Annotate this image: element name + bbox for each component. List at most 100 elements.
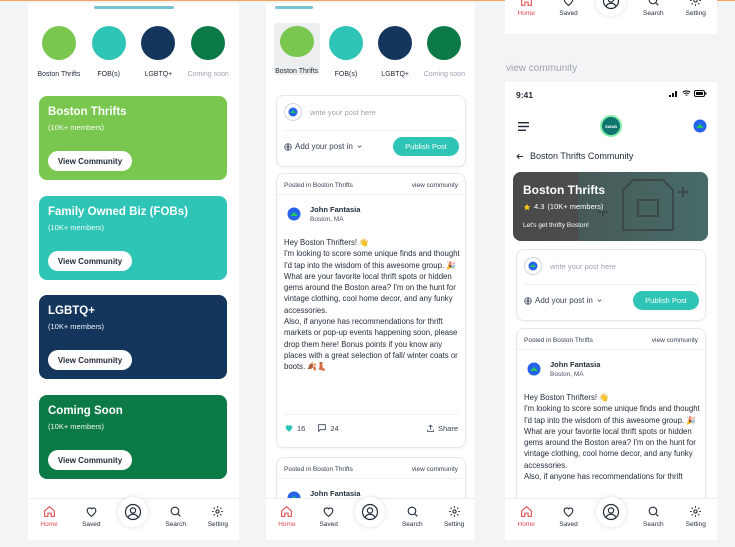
profile-avatar-icon[interactable] xyxy=(693,119,707,133)
category-dot xyxy=(279,26,314,57)
back-header[interactable]: Boston Thrifts Community xyxy=(515,151,633,161)
signal-icon xyxy=(669,91,677,97)
view-community-button[interactable]: View Community xyxy=(48,251,132,271)
nav-setting[interactable]: Setting xyxy=(437,505,471,528)
heart-icon xyxy=(563,507,574,518)
like-button[interactable]: 16 xyxy=(284,423,305,433)
post-input[interactable]: write your post here xyxy=(550,262,616,271)
user-circle-icon xyxy=(602,0,620,10)
profile-ring xyxy=(595,497,626,527)
nav-profile[interactable] xyxy=(116,497,150,527)
hero-tagline: Let's get thrifty Boston! xyxy=(523,222,589,229)
post-in-label: Add your post in xyxy=(535,296,593,305)
comment-count: 24 xyxy=(330,423,339,433)
post-in-dropdown[interactable]: Add your post in xyxy=(284,142,363,151)
user-circle-icon xyxy=(602,503,620,521)
nav-profile[interactable] xyxy=(594,497,628,527)
comment-button[interactable]: 24 xyxy=(317,423,339,433)
nav-saved[interactable]: Saved xyxy=(74,505,108,528)
nav-home[interactable]: Home xyxy=(270,505,304,528)
nav-profile[interactable] xyxy=(594,0,628,16)
community-members: (10K+ members) xyxy=(48,223,105,232)
category-label: Coming soon xyxy=(423,71,465,78)
nav-saved[interactable]: Saved xyxy=(552,0,586,17)
globe-icon xyxy=(524,296,532,305)
nav-search[interactable]: Search xyxy=(636,505,670,528)
nav-setting[interactable]: Setting xyxy=(201,505,235,528)
category-coming-soon[interactable]: Coming soon xyxy=(185,23,231,78)
divider xyxy=(284,414,458,415)
nav-setting[interactable]: Setting xyxy=(679,505,713,528)
post-in-dropdown[interactable]: Add your post in xyxy=(524,296,603,305)
posted-in: Posted in Boston Thrifts xyxy=(524,337,593,344)
community-feed-screen: Boston Thrifts FOB(s) LGBTQ+ Coming soon… xyxy=(266,3,475,540)
share-button[interactable]: Share xyxy=(426,424,458,433)
category-boston-thrifts[interactable]: Boston Thrifts xyxy=(36,23,82,78)
status-icons xyxy=(669,90,707,97)
chevron-down-icon xyxy=(357,145,362,148)
category-dot xyxy=(378,26,413,60)
heart-icon xyxy=(86,507,97,518)
nav-label: Saved xyxy=(559,10,578,17)
avatar xyxy=(284,103,302,121)
heart-filled-icon xyxy=(285,425,293,432)
community-title: Coming Soon xyxy=(48,405,123,417)
nav-label: Home xyxy=(40,521,58,528)
author-avatar xyxy=(287,207,301,221)
divider xyxy=(277,478,465,479)
post-composer: write your post here Add your post in Pu… xyxy=(276,95,466,167)
menu-icon[interactable] xyxy=(518,122,529,131)
post-input[interactable]: write your post here xyxy=(310,108,376,117)
post-body: Hey Boston Thrifters! 👋 I'm looking to s… xyxy=(284,238,460,372)
search-icon xyxy=(648,506,659,517)
category-dot xyxy=(41,26,76,60)
view-community-link[interactable]: view community xyxy=(412,182,458,189)
view-community-link[interactable]: view community xyxy=(412,466,458,473)
nav-label: Search xyxy=(643,521,664,528)
category-lgbtq[interactable]: LGBTQ+ xyxy=(135,23,181,78)
category-fobs[interactable]: FOB(s) xyxy=(86,23,132,78)
category-row: Boston Thrifts FOB(s) LGBTQ+ Coming soon xyxy=(28,23,239,78)
divider xyxy=(284,130,458,131)
wifi-icon xyxy=(682,90,691,96)
category-dot xyxy=(328,26,363,60)
nav-search[interactable]: Search xyxy=(159,505,193,528)
user-circle-icon xyxy=(125,503,142,521)
category-fobs[interactable]: FOB(s) xyxy=(323,23,369,78)
category-lgbtq[interactable]: LGBTQ+ xyxy=(372,23,418,78)
post-actions: 16 24 Share xyxy=(284,423,458,433)
publish-post-button[interactable]: Publish Post xyxy=(633,291,699,310)
nav-saved[interactable]: Saved xyxy=(552,505,586,528)
comment-icon xyxy=(318,424,327,433)
post-card: Posted in Boston Thrifts view community … xyxy=(276,173,466,448)
rating-members: (10K+ members) xyxy=(547,202,604,211)
previous-screen-fragment: Home Saved Search Setting xyxy=(505,0,717,34)
nav-home[interactable]: Home xyxy=(32,505,66,528)
view-community-link[interactable]: view community xyxy=(652,337,698,344)
author-location: Boston, MA xyxy=(550,371,584,378)
post-body: Hey Boston Thrifters! 👋 I'm looking to s… xyxy=(524,393,700,482)
posted-in: Posted in Boston Thrifts xyxy=(284,182,353,189)
nav-label: Setting xyxy=(685,521,706,528)
nav-profile[interactable] xyxy=(353,497,387,527)
user-circle-icon xyxy=(362,503,379,521)
view-community-button[interactable]: View Community xyxy=(48,350,132,370)
nav-search[interactable]: Search xyxy=(636,0,670,17)
divider xyxy=(517,349,705,350)
status-time: 9:41 xyxy=(516,90,534,100)
publish-post-button[interactable]: Publish Post xyxy=(393,137,459,156)
nav-home[interactable]: Home xyxy=(509,505,543,528)
nav-search[interactable]: Search xyxy=(395,505,429,528)
view-community-button[interactable]: View Community xyxy=(48,151,132,171)
community-header-title: Boston Thrifts Community xyxy=(530,151,634,161)
avatar xyxy=(524,257,542,275)
nav-saved[interactable]: Saved xyxy=(312,505,346,528)
nav-home[interactable]: Home xyxy=(509,0,543,17)
view-community-button[interactable]: View Community xyxy=(48,450,132,470)
category-boston-thrifts[interactable]: Boston Thrifts xyxy=(273,23,320,75)
category-label: LGBTQ+ xyxy=(144,71,173,78)
nav-setting[interactable]: Setting xyxy=(679,0,713,17)
profile-ring xyxy=(118,497,149,527)
author-name: John Fantasia xyxy=(310,205,361,214)
category-coming-soon[interactable]: Coming soon xyxy=(421,23,467,78)
